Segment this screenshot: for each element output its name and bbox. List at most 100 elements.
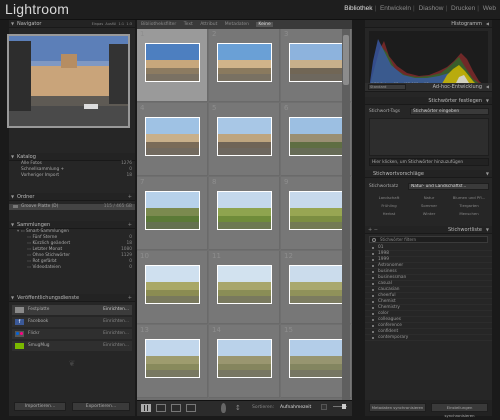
keyword-set-item[interactable]: Winter [409, 211, 449, 216]
keyword-set-item[interactable]: Tiergarten [449, 203, 489, 208]
cell-index: 5 [212, 104, 217, 112]
keyword-set-item[interactable]: Menschen [449, 211, 489, 216]
filter-tab-text[interactable]: Text [184, 22, 193, 27]
photo-thumbnail[interactable] [289, 43, 344, 82]
module-web[interactable]: Web [483, 5, 496, 12]
photo-thumbnail[interactable] [145, 117, 200, 156]
filter-tab-attribute[interactable]: Attribut [200, 22, 217, 27]
compare-view-icon[interactable] [171, 404, 181, 412]
photo-thumbnail[interactable] [145, 265, 200, 304]
sync-metadata-button[interactable]: Metadaten synchronisieren [369, 403, 426, 412]
grid-cell[interactable]: 1 [137, 29, 208, 102]
photo-thumbnail[interactable] [289, 117, 344, 156]
publish-header[interactable]: ▼ Veröffentlichungsdienste + [9, 294, 135, 302]
histogram-header[interactable]: Histogramm ◀ [365, 20, 492, 28]
toolbar-dropdown-icon[interactable] [321, 404, 327, 410]
sort-select[interactable]: Aufnahmezeit [280, 405, 311, 410]
add-folder-icon[interactable]: + [128, 193, 132, 201]
catalog-header[interactable]: ▼ Katalog [9, 153, 135, 161]
keyword-set-item[interactable]: Landschaft [369, 195, 409, 200]
keyword-list-item[interactable]: contemporary [365, 335, 492, 341]
loupe-view-icon[interactable] [156, 404, 166, 412]
filter-tab-none[interactable]: Keine [256, 22, 273, 27]
folder-item[interactable]: Groove Platte (D) 115 / 465 GB [9, 204, 135, 210]
photo-thumbnail[interactable] [289, 339, 344, 378]
scroll-thumb[interactable] [343, 35, 349, 85]
keyword-set-item[interactable]: Blumen und Pfl... [449, 195, 489, 200]
navigator-header[interactable]: ▼ Navigator Einpas Ausfül 1:1 1:3 [9, 20, 135, 28]
collection-item[interactable]: ▭ Videodateien 0 [9, 265, 135, 271]
keyword-tags-label: Stichwort-Tags [369, 109, 400, 114]
publish-service-harddrive[interactable]: Festplatte Einrichten... [12, 305, 132, 315]
zoom-fit[interactable]: Einpas [92, 22, 104, 26]
grid-cell[interactable]: 4 [137, 103, 208, 176]
keyword-set-item[interactable]: Sommer [409, 203, 449, 208]
folders-header[interactable]: ▼ Ordner + [9, 193, 135, 201]
search-icon [372, 238, 376, 242]
keywording-header[interactable]: Stichwörter festlegen ▼ [365, 97, 492, 105]
keyword-suggestions-header[interactable]: Stichwortvorschläge ▼ [365, 170, 492, 178]
zoom-1-3[interactable]: 1:3 [126, 22, 132, 26]
add-collection-icon[interactable]: + [128, 221, 132, 229]
module-print[interactable]: Drucken [451, 5, 475, 12]
module-library[interactable]: Bibliothek [344, 5, 372, 12]
grid-scrollbar[interactable] [342, 29, 350, 416]
keyword-set-select[interactable]: Natur- und Landschaftsf... [408, 183, 489, 190]
grid-view-icon[interactable] [141, 404, 151, 412]
zoom-fill[interactable]: Ausfül [105, 22, 116, 26]
photo-thumbnail[interactable] [217, 265, 272, 304]
photo-thumbnail[interactable] [217, 191, 272, 230]
add-keywords-input[interactable]: Hier klicken, um Stichwörter hinzuzufüge… [369, 158, 489, 166]
keyword-bullet-icon [372, 283, 374, 285]
cell-index: 9 [284, 178, 289, 186]
photo-thumbnail[interactable] [289, 265, 344, 304]
module-develop[interactable]: Entwickeln [380, 5, 411, 12]
grid-cell[interactable]: 7 [137, 177, 208, 250]
facebook-icon: f [15, 319, 24, 325]
grid-cell[interactable]: 13 [137, 325, 208, 398]
catalog-panel: ▼ Katalog Alle Fotos 1276 Schnellsammlung … [9, 153, 135, 179]
photo-thumbnail[interactable] [145, 43, 200, 82]
keyword-set-item[interactable]: Herbst [369, 211, 409, 216]
navigator-preview[interactable] [7, 34, 130, 128]
preset-select[interactable]: Standard [368, 84, 406, 90]
add-keyword-icon[interactable]: + − [368, 226, 378, 234]
photo-thumbnail[interactable] [145, 191, 200, 230]
grid-cell[interactable]: 8 [209, 177, 280, 250]
photo-thumbnail[interactable] [289, 191, 344, 230]
keywords-textarea[interactable] [369, 118, 489, 156]
grid-cell[interactable]: 5 [209, 103, 280, 176]
keyword-list-header[interactable]: + − Stichwortliste ▼ [365, 226, 492, 234]
add-service-icon[interactable]: + [128, 294, 132, 302]
survey-view-icon[interactable] [186, 404, 196, 412]
keyword-set-item[interactable]: Natur [409, 195, 449, 200]
photo-thumbnail[interactable] [217, 43, 272, 82]
collections-header[interactable]: ▼ Sammlungen + [9, 221, 135, 229]
module-slideshow[interactable]: Diashow [419, 5, 444, 12]
catalog-item-previous-import[interactable]: Vorheriger Import 18 [9, 173, 135, 179]
keyword-filter-input[interactable]: Stichwörter filtern [369, 236, 488, 243]
export-button[interactable]: Exportieren... [72, 402, 130, 411]
quick-develop-header[interactable]: Standard Ad-hoc-Entwicklung ◀ [365, 83, 492, 92]
grid-cell[interactable]: 2 [209, 29, 280, 102]
photo-thumbnail[interactable] [217, 117, 272, 156]
painter-icon[interactable] [221, 403, 226, 413]
publish-service-smugmug[interactable]: SmugMug Einrichten... [12, 341, 132, 351]
import-button[interactable]: Importieren... [14, 402, 66, 411]
grid-cell[interactable]: 11 [209, 251, 280, 324]
keyword-tags-select[interactable]: Stichwörter eingeben [410, 108, 489, 115]
grid-cell[interactable]: 10 [137, 251, 208, 324]
grid-cell[interactable]: 14 [209, 325, 280, 398]
slider-thumb[interactable] [342, 404, 346, 409]
photo-thumbnail[interactable] [145, 339, 200, 378]
publish-service-flickr[interactable]: Flickr Einrichten... [12, 329, 132, 339]
sync-settings-button[interactable]: Einstellungen synchronisieren [431, 403, 488, 418]
photo-thumbnail[interactable] [217, 339, 272, 378]
sort-direction-icon[interactable]: ↕ [235, 404, 241, 412]
filter-tab-metadata[interactable]: Metadaten [225, 22, 249, 27]
zoom-1-1[interactable]: 1:1 [118, 22, 124, 26]
keyword-set-item[interactable]: Frühling [369, 203, 409, 208]
publish-panel: ▼ Veröffentlichungsdienste + Festplatte Ein… [9, 294, 135, 368]
collapse-triangle-icon: ▼ [11, 194, 15, 199]
publish-service-facebook[interactable]: f Facebook Einrichten... [12, 317, 132, 327]
